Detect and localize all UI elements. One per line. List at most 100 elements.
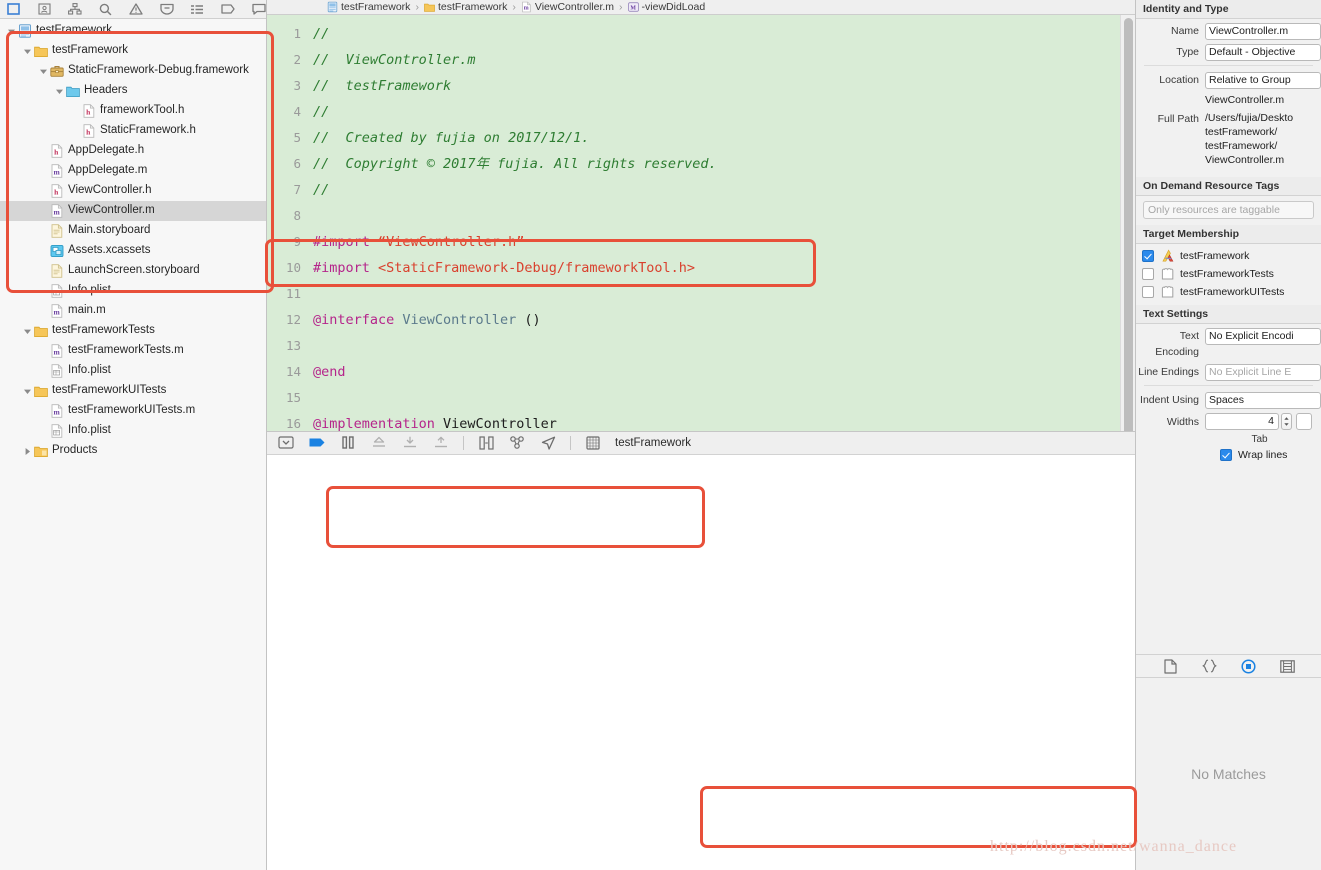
target-membership-checkbox[interactable] [1142, 286, 1154, 298]
tree-item-staticframework-debug-framework[interactable]: StaticFramework-Debug.framework [0, 61, 266, 81]
code-line[interactable]: // testFramework [309, 73, 1120, 99]
view-hierarchy-icon[interactable] [477, 435, 495, 451]
step-out-icon[interactable] [432, 435, 450, 451]
target-membership-row[interactable]: testFrameworkUITests [1136, 283, 1321, 301]
tree-item-info-plist[interactable]: Info.plist [0, 281, 266, 301]
tree-item-viewcontroller-h[interactable]: h ViewController.h [0, 181, 266, 201]
breadcrumb[interactable]: testFramework › testFramework › m ViewControl… [267, 0, 1135, 15]
code-line[interactable]: // [309, 21, 1120, 47]
memory-graph-icon[interactable] [508, 435, 526, 451]
code-line[interactable]: @implementation ViewController [309, 411, 1120, 431]
code-line[interactable]: // Created by fujia on 2017/12/1. [309, 125, 1120, 151]
process-icon[interactable] [584, 435, 602, 451]
code-line[interactable]: // ViewController.m [309, 47, 1120, 73]
chevron-down-icon[interactable] [6, 26, 17, 37]
widths-stepper[interactable] [1281, 413, 1292, 430]
header-file-icon: h [82, 104, 96, 119]
target-membership-row[interactable]: testFrameworkTests [1136, 265, 1321, 283]
editor-vertical-scrollbar[interactable] [1120, 15, 1135, 431]
breadcrumb-item-3[interactable]: M -viewDidLoad [627, 1, 705, 13]
tree-item-launchscreen-storyboard[interactable]: LaunchScreen.storyboard [0, 261, 266, 281]
media-library-icon[interactable] [1278, 658, 1296, 674]
tree-item-testframework[interactable]: testFramework [0, 21, 266, 41]
tree-item-headers[interactable]: Headers [0, 81, 266, 101]
name-field[interactable]: ViewController.m [1205, 23, 1321, 40]
code-text[interactable]: // // ViewController.m // testFramework // /… [309, 15, 1120, 431]
source-control-icon[interactable] [37, 2, 52, 16]
tree-item-products[interactable]: Products [0, 441, 266, 461]
code-line[interactable]: // Copyright © 2017年 fujia. All rights r… [309, 151, 1120, 177]
tree-item-staticframework-h[interactable]: h StaticFramework.h [0, 121, 266, 141]
tree-item-assets-xcassets[interactable]: Assets.xcassets [0, 241, 266, 261]
location-select[interactable]: Relative to Group [1205, 72, 1321, 89]
target-membership-checkbox[interactable] [1142, 268, 1154, 280]
file-template-library-icon[interactable] [1161, 658, 1179, 674]
chevron-down-icon[interactable] [22, 46, 33, 57]
code-line[interactable] [309, 281, 1120, 307]
chevron-down-icon[interactable] [54, 86, 65, 97]
tree-item-info-plist[interactable]: Info.plist [0, 361, 266, 381]
type-select[interactable]: Default - Objective [1205, 44, 1321, 61]
tree-item-main-storyboard[interactable]: Main.storyboard [0, 221, 266, 241]
tree-item-viewcontroller-m[interactable]: m ViewController.m [0, 201, 266, 221]
tree-item-testframeworktests[interactable]: testFrameworkTests [0, 321, 266, 341]
hide-console-icon[interactable] [277, 435, 295, 451]
simulate-location-icon[interactable] [539, 435, 557, 451]
target-membership-row[interactable]: testFramework [1136, 247, 1321, 265]
tab-width-input[interactable] [1296, 413, 1312, 430]
test-navigator-icon[interactable] [159, 2, 174, 16]
tree-item-appdelegate-h[interactable]: h AppDelegate.h [0, 141, 266, 161]
source-editor[interactable]: 1234567891011121314151617181920212223242… [267, 15, 1135, 431]
tree-item-testframework[interactable]: testFramework [0, 41, 266, 61]
code-snippet-library-icon[interactable] [1200, 658, 1218, 674]
report-navigator-icon[interactable] [251, 2, 266, 16]
pause-icon[interactable] [339, 435, 357, 451]
continue-icon[interactable] [308, 435, 326, 451]
code-line[interactable]: @interface ViewController () [309, 307, 1120, 333]
code-line[interactable]: #import “ViewController.h” [309, 229, 1120, 255]
code-line[interactable] [309, 333, 1120, 359]
debug-navigator-icon[interactable] [190, 2, 205, 16]
folder-navigator-icon[interactable] [6, 2, 21, 16]
project-file-tree[interactable]: testFramework testFramework StaticFramewor… [0, 19, 266, 870]
breadcrumb-item-0[interactable]: testFramework [327, 1, 410, 13]
step-into-icon[interactable] [401, 435, 419, 451]
wrap-lines-row[interactable]: Wrap lines [1136, 449, 1321, 461]
symbol-navigator-icon[interactable] [67, 2, 82, 16]
code-line[interactable]: @end [309, 359, 1120, 385]
tree-item-frameworktool-h[interactable]: h frameworkTool.h [0, 101, 266, 121]
code-line[interactable] [309, 385, 1120, 411]
widths-input[interactable]: 4 [1205, 413, 1279, 430]
tree-item-testframeworkuitests-m[interactable]: m testFrameworkUITests.m [0, 401, 266, 421]
tree-item-main-m[interactable]: m main.m [0, 301, 266, 321]
tree-item-testframeworkuitests[interactable]: testFrameworkUITests [0, 381, 266, 401]
code-scroll-area[interactable]: 1234567891011121314151617181920212223242… [267, 15, 1120, 431]
chevron-down-icon[interactable] [38, 66, 49, 77]
code-line[interactable] [309, 203, 1120, 229]
indent-using-select[interactable]: Spaces [1205, 392, 1321, 409]
wrap-lines-checkbox[interactable] [1220, 449, 1232, 461]
odr-tags-field[interactable]: Only resources are taggable [1143, 201, 1314, 219]
tree-item-info-plist[interactable]: Info.plist [0, 421, 266, 441]
tree-item-testframeworktests-m[interactable]: m testFrameworkTests.m [0, 341, 266, 361]
tree-item-appdelegate-m[interactable]: m AppDelegate.m [0, 161, 266, 181]
issue-navigator-icon[interactable] [129, 2, 144, 16]
chevron-down-icon[interactable] [22, 386, 33, 397]
step-over-icon[interactable] [370, 435, 388, 451]
code-line[interactable]: // [309, 177, 1120, 203]
search-navigator-icon[interactable] [98, 2, 113, 16]
breakpoint-navigator-icon[interactable] [221, 2, 236, 16]
code-line[interactable]: #import <StaticFramework-Debug/framework… [309, 255, 1120, 281]
code-line[interactable]: // [309, 99, 1120, 125]
text-encoding-select[interactable]: No Explicit Encodi [1205, 328, 1321, 345]
breadcrumb-item-1[interactable]: testFramework [424, 1, 507, 13]
line-number: 16 [285, 416, 301, 431]
chevron-right-icon[interactable] [22, 446, 33, 457]
breadcrumb-item-2[interactable]: m ViewController.m [521, 1, 614, 13]
scrollbar-thumb[interactable] [1124, 18, 1133, 431]
chevron-down-icon[interactable] [22, 326, 33, 337]
target-membership-checkbox[interactable] [1142, 250, 1154, 262]
line-endings-select[interactable]: No Explicit Line E [1205, 364, 1321, 381]
object-library-icon[interactable] [1239, 658, 1257, 674]
console-output-panel[interactable]: 2017-12-01 18:48:51.065708+0800 testFram… [267, 454, 1135, 870]
